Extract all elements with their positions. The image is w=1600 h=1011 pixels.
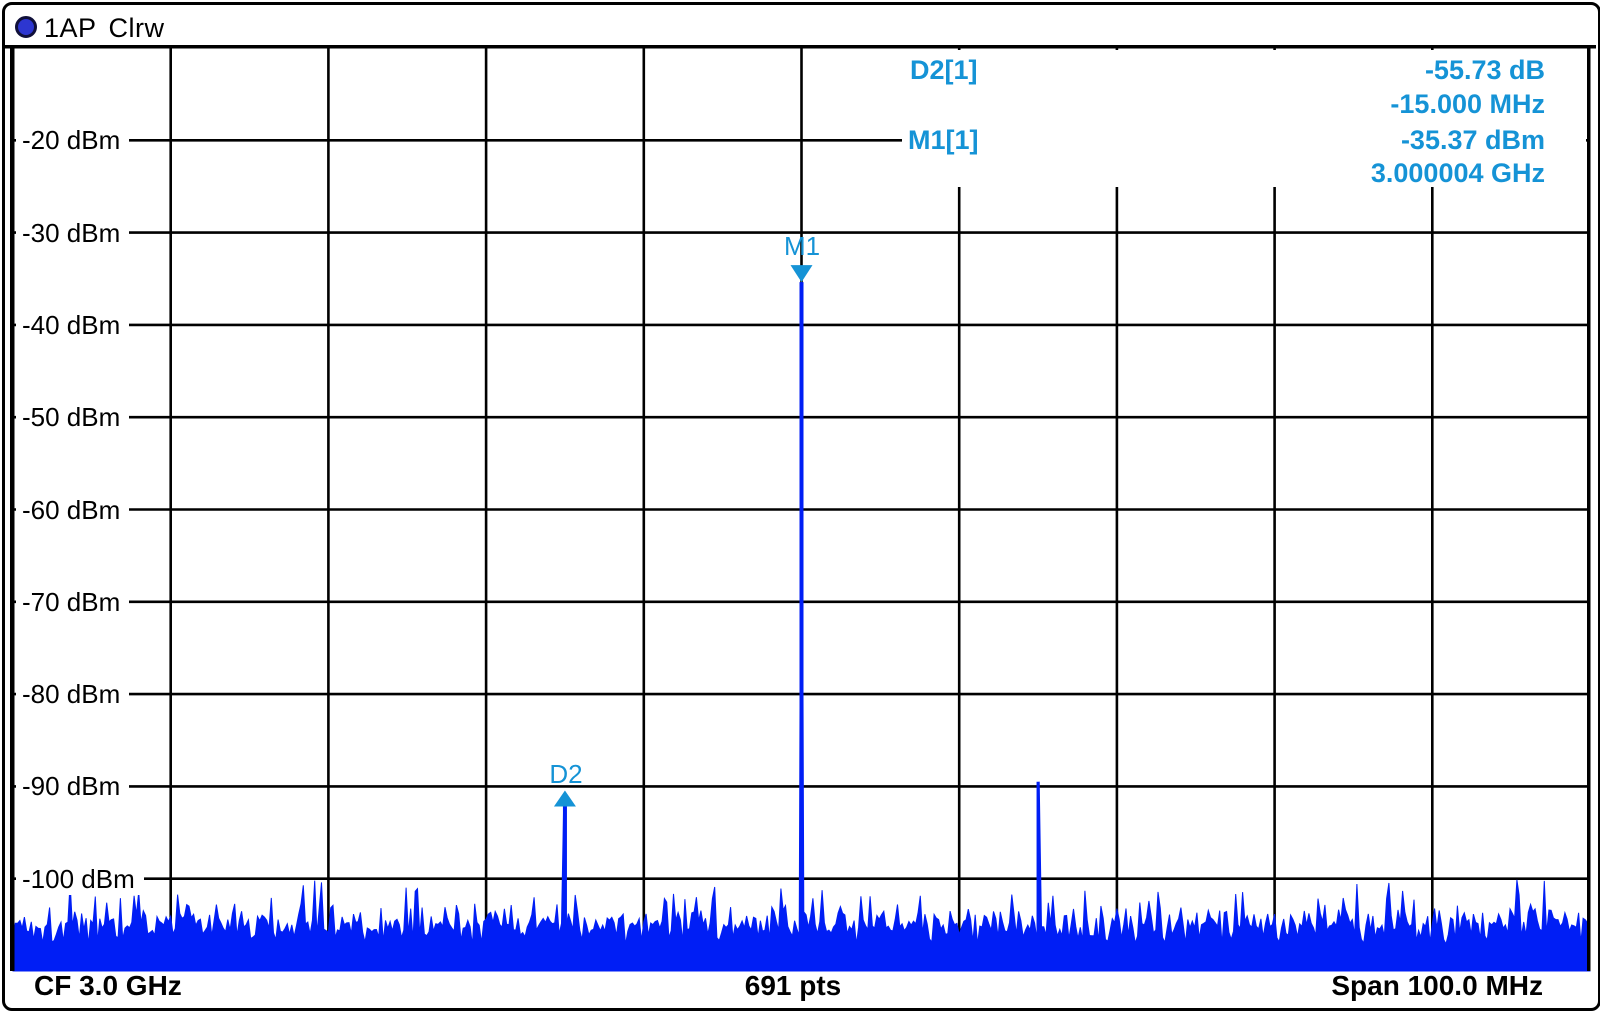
y-axis-label: -30 dBm	[16, 217, 129, 249]
marker-d2-triangle-icon[interactable]	[554, 791, 576, 807]
trace-info-header: 1AP Clrw	[44, 13, 165, 43]
trace-mode-label: Clrw	[109, 13, 165, 43]
y-axis-label: -70 dBm	[16, 586, 129, 618]
spectrum-plot	[0, 0, 1600, 1010]
y-axis-label: -100 dBm	[16, 863, 144, 895]
y-axis-label: -60 dBm	[16, 494, 129, 526]
y-axis-label: -20 dBm	[16, 124, 129, 156]
marker-d2-frequency: -15.000 MHz	[1390, 90, 1545, 118]
marker-d2-flag[interactable]: D2	[549, 761, 582, 787]
y-axis-label: -40 dBm	[16, 309, 129, 341]
marker-m1-frequency: 3.000004 GHz	[1371, 159, 1545, 187]
marker-d2-id: D2[1]	[910, 56, 978, 84]
trace1-indicator-dot	[15, 16, 37, 38]
y-axis-label: -90 dBm	[16, 770, 129, 802]
span-label: Span 100.0 MHz	[1331, 971, 1543, 1001]
marker-d2-level: -55.73 dB	[1425, 56, 1545, 84]
trace-number-label: 1AP	[44, 13, 97, 43]
y-axis-label: -80 dBm	[16, 678, 129, 710]
peak-stems	[565, 282, 1038, 940]
sweep-points-label: 691 pts	[745, 971, 842, 1001]
marker-m1-flag[interactable]: M1	[784, 233, 820, 259]
marker-symbols	[554, 265, 813, 806]
center-frequency-label: CF 3.0 GHz	[34, 971, 182, 1001]
marker-m1-triangle-icon[interactable]	[791, 265, 813, 282]
y-axis-label: -50 dBm	[16, 401, 129, 433]
marker-m1-level: -35.37 dBm	[1401, 126, 1545, 154]
marker-m1-id: M1[1]	[908, 126, 979, 154]
